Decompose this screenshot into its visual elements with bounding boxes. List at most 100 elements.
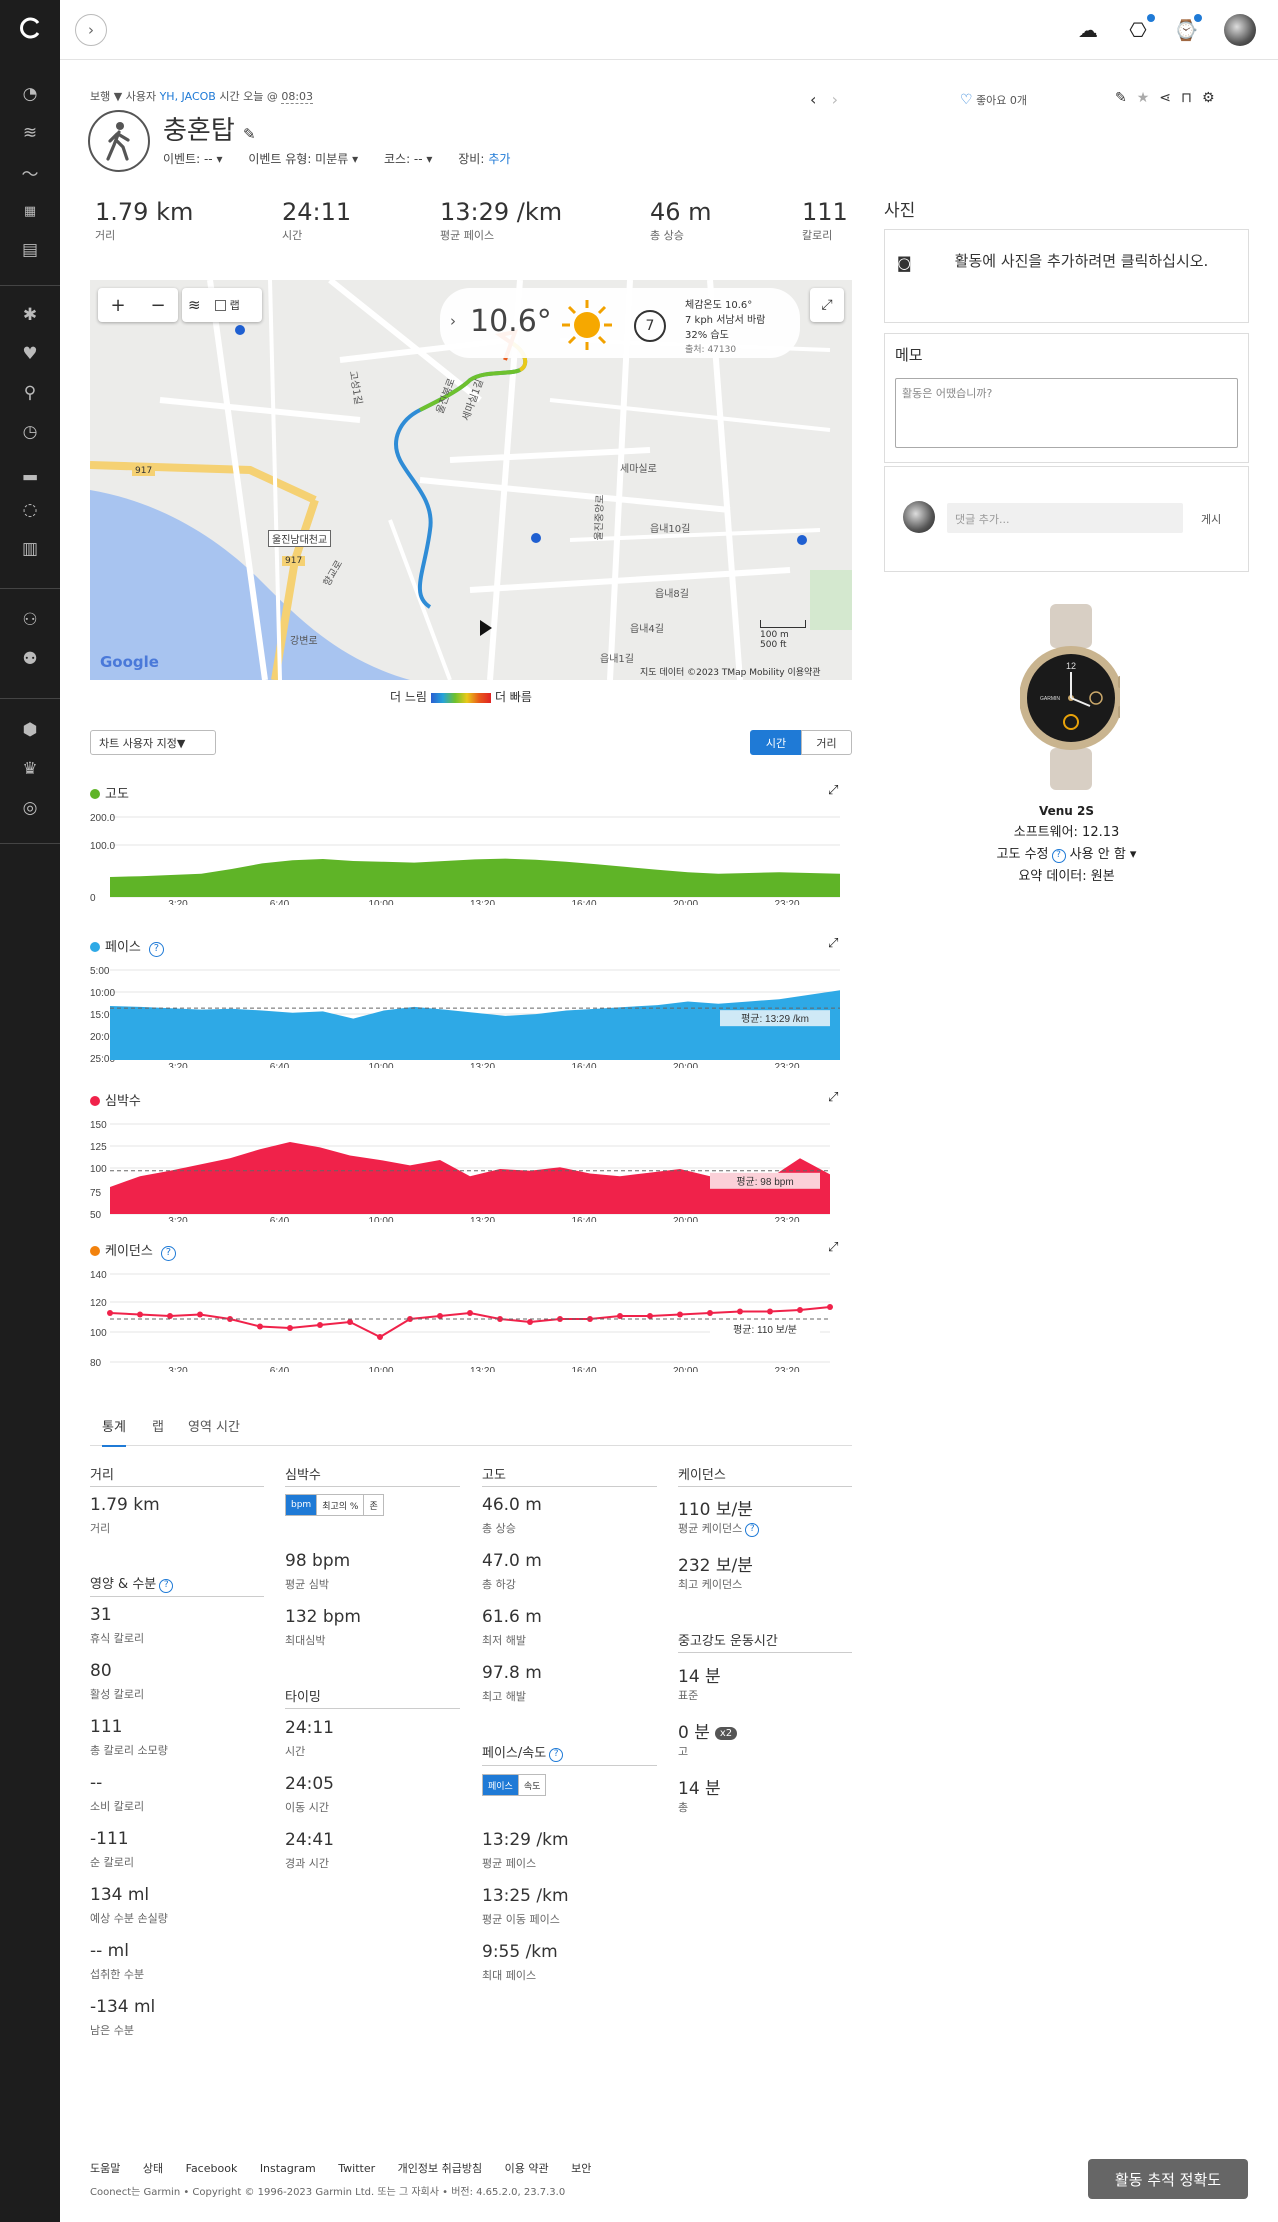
footer-link-privacy[interactable]: 개인정보 취급방침 bbox=[398, 2162, 482, 2175]
likes[interactable]: ♡ 좋아요 0개 bbox=[960, 92, 1027, 108]
chevron-right-icon[interactable]: › bbox=[450, 312, 456, 330]
map-attribution[interactable]: 지도 데이터 ©2023 TMap Mobility 이용약관 bbox=[640, 665, 821, 678]
course-dropdown[interactable]: 코스: -- ▾ bbox=[384, 152, 432, 166]
activity-time[interactable]: 08:03 bbox=[281, 90, 314, 104]
stat-value: -- bbox=[90, 1773, 103, 1793]
street-label: 울진중앙로 bbox=[593, 494, 607, 541]
connect-logo-icon[interactable] bbox=[18, 16, 42, 40]
stats-icon[interactable]: 〜 bbox=[19, 161, 41, 185]
user-avatar[interactable] bbox=[1224, 14, 1256, 46]
zoom-in-button[interactable]: + bbox=[98, 295, 138, 316]
pace-chart[interactable]: 5:0010:0015:0020:0025:003:20 6:40 10:00 13:… bbox=[90, 958, 852, 1068]
activity-type-dropdown[interactable]: 보행 ▼ bbox=[90, 90, 122, 103]
chart-customize-dropdown[interactable]: 차트 사용자 지정▼ bbox=[90, 730, 216, 755]
y-tick-label: 100.0 bbox=[90, 841, 115, 852]
footer-link-instagram[interactable]: Instagram bbox=[260, 2162, 316, 2175]
footer-link-security[interactable]: 보안 bbox=[571, 2162, 591, 2175]
route-map[interactable]: + − ≋ 랩 › 10.6° 7 체감온도 10.6° 7 kph 서남서 바… bbox=[90, 280, 852, 680]
weather-details: 체감온도 10.6° 7 kph 서남서 바람 32% 습도 출처: 47130 bbox=[685, 300, 766, 355]
laps-checkbox[interactable] bbox=[214, 299, 226, 311]
device-info: Venu 2S 소프트웨어: 12.13 고도 수정? 사용 안 함 ▾ 요약 … bbox=[884, 800, 1249, 888]
add-photo-box[interactable]: ◙ 활동에 사진을 추가하려면 클릭하십시오. bbox=[884, 229, 1249, 323]
venu-2s-watch-image: 12 GARMIN bbox=[1020, 604, 1120, 790]
footer-link-twitter[interactable]: Twitter bbox=[338, 2162, 375, 2175]
training-icon[interactable]: ✱ bbox=[19, 304, 41, 326]
prev-activity-icon[interactable]: ‹ bbox=[810, 90, 816, 109]
heart-rate-chart[interactable]: 150 125 100 75 50 3:20 6:40 10:00 13:20 16:40 20:0… bbox=[90, 1112, 852, 1222]
watch-brand: GARMIN bbox=[1040, 696, 1060, 702]
elevation-correction-dropdown[interactable]: 사용 안 함 ▾ bbox=[1070, 847, 1137, 862]
tab-laps[interactable]: 랩 bbox=[152, 1416, 164, 1435]
target-icon[interactable]: ◎ bbox=[19, 797, 41, 819]
shoe-icon[interactable]: ▂ bbox=[19, 460, 41, 482]
help-icon[interactable]: ? bbox=[745, 1523, 760, 1537]
activities-icon[interactable]: ≋ bbox=[19, 122, 41, 144]
news-icon[interactable]: ▤ bbox=[19, 239, 41, 261]
edit-icon[interactable]: ✎ bbox=[1115, 90, 1137, 106]
groups-icon[interactable]: ⚉ bbox=[19, 648, 41, 670]
lock-icon[interactable]: ⊓ bbox=[1181, 90, 1202, 106]
next-activity-icon[interactable]: › bbox=[832, 90, 838, 109]
stat-label: 최고 케이던스 bbox=[678, 1578, 743, 1591]
toggle-percent-max[interactable]: 최고의 % bbox=[317, 1495, 365, 1515]
calendar-icon[interactable]: ▦ bbox=[19, 200, 41, 222]
data-point bbox=[617, 1313, 623, 1319]
memo-box: 메모 활동은 어땠습니까? bbox=[884, 333, 1249, 463]
elevation-chart[interactable]: 200.0 100.0 0 3:20 6:40 10:00 13:20 16:40 20:00 2… bbox=[90, 805, 852, 905]
stat-value: 24:05 bbox=[285, 1774, 334, 1794]
toggle-zones[interactable]: 존 bbox=[364, 1495, 382, 1515]
memo-textarea[interactable]: 활동은 어땠습니까? bbox=[895, 378, 1238, 448]
toggle-speed[interactable]: 속도 bbox=[519, 1775, 546, 1795]
toggle-time[interactable]: 시간 bbox=[750, 730, 802, 755]
google-logo: Google bbox=[100, 653, 159, 671]
expand-chart-icon[interactable]: ⤢ bbox=[828, 936, 838, 951]
help-icon[interactable]: ? bbox=[159, 1579, 174, 1593]
expand-chart-icon[interactable]: ⤢ bbox=[828, 1090, 838, 1105]
walk-icon[interactable]: ⚲ bbox=[19, 382, 41, 404]
footer-link-facebook[interactable]: Facebook bbox=[186, 2162, 238, 2175]
reports-icon[interactable]: ▥ bbox=[19, 538, 41, 560]
expand-chart-icon[interactable]: ⤢ bbox=[828, 1240, 838, 1255]
upload-cloud-icon[interactable]: ☁ bbox=[1072, 14, 1104, 46]
expand-chart-icon[interactable]: ⤢ bbox=[828, 783, 838, 798]
stat-label: 예상 수분 손실량 bbox=[90, 1912, 168, 1925]
footer-link-terms[interactable]: 이용 약관 bbox=[505, 2162, 549, 2175]
user-link[interactable]: YH, JACOB bbox=[160, 90, 216, 103]
post-comment-button[interactable]: 게시 bbox=[1201, 511, 1221, 527]
timer-icon[interactable]: ◷ bbox=[19, 421, 41, 443]
help-icon[interactable]: ? bbox=[549, 1748, 564, 1762]
add-gear-link[interactable]: 추가 bbox=[488, 152, 510, 166]
data-point bbox=[107, 1310, 113, 1316]
star-icon[interactable]: ★ bbox=[1137, 90, 1160, 106]
sidebar-toggle-button[interactable]: › bbox=[75, 14, 107, 46]
toggle-distance[interactable]: 거리 bbox=[801, 730, 852, 755]
cadence-chart[interactable]: 140 120 100 80 3:20 6:40 10:00 13:20 16:40 20:00 2… bbox=[90, 1262, 852, 1372]
connections-icon[interactable]: ⚇ bbox=[19, 609, 41, 631]
layers-icon[interactable]: ≋ bbox=[188, 296, 201, 314]
dashboard-icon[interactable]: ◔ bbox=[19, 83, 41, 105]
stat-value: 31 bbox=[90, 1605, 112, 1625]
event-type-dropdown[interactable]: 이벤트 유형: 미분류 ▾ bbox=[248, 152, 358, 166]
edit-title-icon[interactable]: ✎ bbox=[243, 125, 256, 143]
toggle-bpm[interactable]: bpm bbox=[286, 1495, 318, 1515]
help-icon[interactable]: ? bbox=[1051, 849, 1066, 863]
tab-stats[interactable]: 통계 bbox=[102, 1416, 126, 1447]
comment-input[interactable]: 댓글 추가... bbox=[947, 503, 1183, 533]
event-dropdown[interactable]: 이벤트: -- ▾ bbox=[163, 152, 222, 166]
heart-like-icon[interactable]: ♡ bbox=[960, 92, 973, 108]
x-tick-label: 3:20 bbox=[168, 1366, 188, 1372]
gear-icon[interactable]: ⚙ bbox=[1202, 90, 1225, 106]
insights-icon[interactable]: ◌ bbox=[19, 499, 41, 521]
health-icon[interactable]: ♥ bbox=[19, 343, 41, 365]
photos-header: 사진 bbox=[884, 201, 916, 221]
toggle-pace[interactable]: 페이스 bbox=[483, 1775, 519, 1795]
activity-accuracy-button[interactable]: 활동 추적 정확도 bbox=[1088, 2159, 1248, 2199]
fullscreen-icon[interactable]: ⤢ bbox=[810, 288, 844, 322]
footer-link-status[interactable]: 상태 bbox=[143, 2162, 163, 2175]
trophy-icon[interactable]: ♛ bbox=[19, 758, 41, 780]
tab-zones[interactable]: 영역 시간 bbox=[188, 1416, 240, 1435]
footer-link-help[interactable]: 도움말 bbox=[90, 2162, 120, 2175]
zoom-out-button[interactable]: − bbox=[138, 295, 178, 316]
share-icon[interactable]: ⋖ bbox=[1159, 90, 1181, 106]
badges-icon[interactable]: ⬢ bbox=[19, 719, 41, 741]
